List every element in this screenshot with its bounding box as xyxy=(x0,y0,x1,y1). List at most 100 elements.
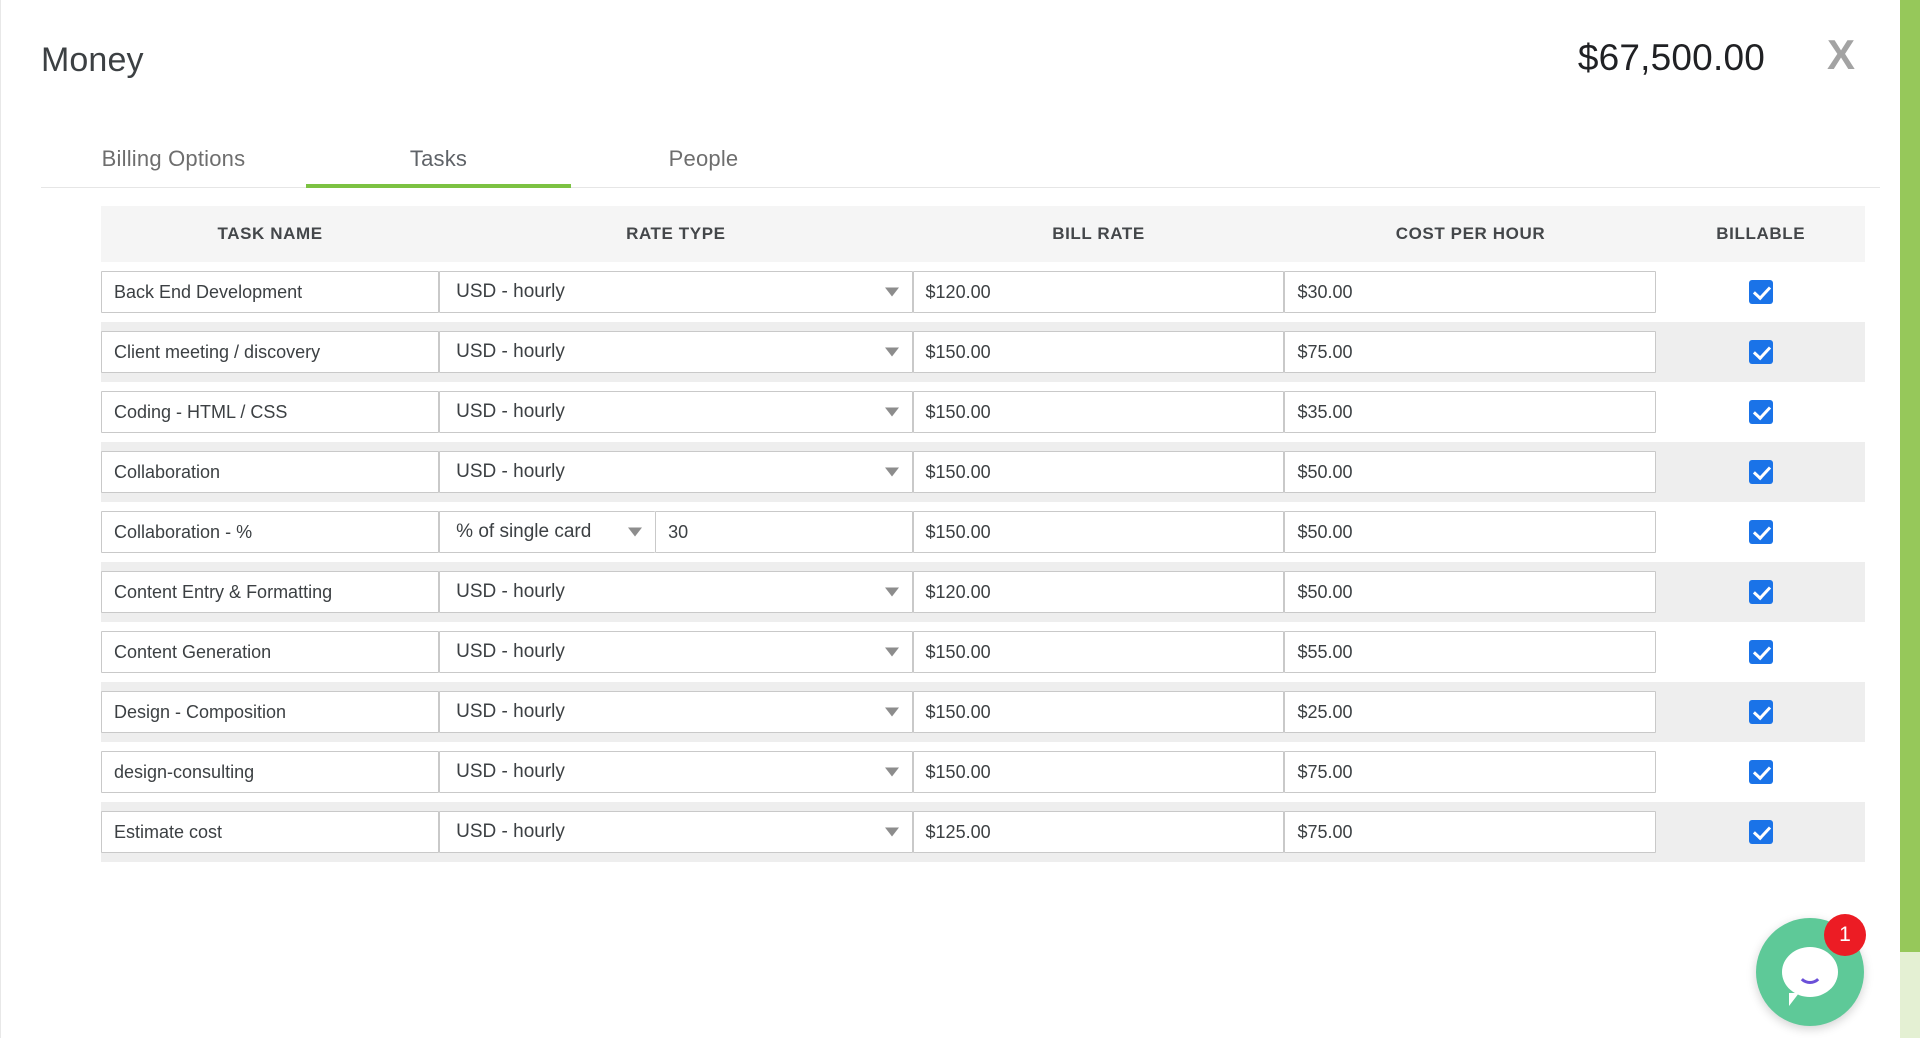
billable-checkbox[interactable] xyxy=(1749,520,1773,544)
bill-rate-input[interactable]: $120.00 xyxy=(913,571,1285,613)
tab-billing-options[interactable]: Billing Options xyxy=(41,130,306,187)
rate-type-value: USD - hourly xyxy=(456,281,565,303)
billable-checkbox[interactable] xyxy=(1749,700,1773,724)
cell-rate-type: USD - hourly xyxy=(439,742,912,802)
cell-billable xyxy=(1656,622,1865,682)
rate-type-select[interactable]: USD - hourly xyxy=(439,271,912,313)
close-icon[interactable]: X xyxy=(1814,28,1868,82)
bill-rate-input[interactable]: $125.00 xyxy=(913,811,1285,853)
cell-billable xyxy=(1656,502,1865,562)
task-name-input[interactable]: Collaboration - % xyxy=(101,511,439,553)
rate-type-select[interactable]: USD - hourly xyxy=(439,631,912,673)
cost-per-hour-input[interactable]: $50.00 xyxy=(1284,511,1656,553)
page-scrollbar[interactable] xyxy=(1900,0,1920,1038)
column-header-billable: BILLABLE xyxy=(1656,206,1865,262)
rate-type-select[interactable]: % of single card xyxy=(439,511,655,553)
chevron-down-icon xyxy=(628,528,642,537)
cell-cost-per-hour: $25.00 xyxy=(1284,682,1656,742)
cost-per-hour-input[interactable]: $35.00 xyxy=(1284,391,1656,433)
cell-task-name: Collaboration - % xyxy=(101,502,439,562)
task-name-input[interactable]: Coding - HTML / CSS xyxy=(101,391,439,433)
chat-bubble-icon xyxy=(1782,947,1838,997)
cell-billable xyxy=(1656,442,1865,502)
cost-per-hour-input[interactable]: $30.00 xyxy=(1284,271,1656,313)
bill-rate-input[interactable]: $150.00 xyxy=(913,631,1285,673)
bill-rate-input[interactable]: $150.00 xyxy=(913,451,1285,493)
tab-tasks[interactable]: Tasks xyxy=(306,130,571,187)
task-name-input[interactable]: Back End Development xyxy=(101,271,439,313)
rate-type-select[interactable]: USD - hourly xyxy=(439,391,912,433)
cell-rate-type: USD - hourly xyxy=(439,802,912,862)
billable-checkbox[interactable] xyxy=(1749,820,1773,844)
cell-rate-type: USD - hourly xyxy=(439,622,912,682)
billable-checkbox[interactable] xyxy=(1749,400,1773,424)
tab-label: Billing Options xyxy=(102,146,246,172)
rate-type-select[interactable]: USD - hourly xyxy=(439,451,912,493)
bill-rate-input[interactable]: $150.00 xyxy=(913,511,1285,553)
bill-rate-input[interactable]: $150.00 xyxy=(913,391,1285,433)
cell-cost-per-hour: $75.00 xyxy=(1284,322,1656,382)
rate-type-select[interactable]: USD - hourly xyxy=(439,811,912,853)
cost-per-hour-input[interactable]: $25.00 xyxy=(1284,691,1656,733)
cell-task-name: Content Entry & Formatting xyxy=(101,562,439,622)
total-amount: $67,500.00 xyxy=(1578,38,1765,79)
billable-checkbox[interactable] xyxy=(1749,640,1773,664)
rate-percent-input[interactable]: 30 xyxy=(655,511,912,553)
task-name-input[interactable]: Design - Composition xyxy=(101,691,439,733)
tab-people[interactable]: People xyxy=(571,130,836,187)
bill-rate-input[interactable]: $120.00 xyxy=(913,271,1285,313)
smile-icon xyxy=(1797,971,1823,984)
billable-checkbox[interactable] xyxy=(1749,580,1773,604)
rate-type-value: USD - hourly xyxy=(456,461,565,483)
task-name-input[interactable]: Content Entry & Formatting xyxy=(101,571,439,613)
money-modal: Money $67,500.00 X Billing Options Tasks… xyxy=(0,0,1920,1038)
rate-type-select[interactable]: USD - hourly xyxy=(439,751,912,793)
task-name-input[interactable]: Content Generation xyxy=(101,631,439,673)
rate-type-select[interactable]: USD - hourly xyxy=(439,571,912,613)
rate-type-value: USD - hourly xyxy=(456,821,565,843)
cost-per-hour-input[interactable]: $50.00 xyxy=(1284,571,1656,613)
rate-type-select[interactable]: USD - hourly xyxy=(439,331,912,373)
scrollbar-thumb[interactable] xyxy=(1900,0,1920,952)
cell-bill-rate: $150.00 xyxy=(913,622,1285,682)
cell-cost-per-hour: $75.00 xyxy=(1284,742,1656,802)
cell-cost-per-hour: $50.00 xyxy=(1284,562,1656,622)
chevron-down-icon xyxy=(885,288,899,297)
cost-per-hour-input[interactable]: $75.00 xyxy=(1284,751,1656,793)
billable-checkbox[interactable] xyxy=(1749,760,1773,784)
task-name-input[interactable]: Collaboration xyxy=(101,451,439,493)
page-title: Money xyxy=(41,42,144,79)
cell-billable xyxy=(1656,682,1865,742)
cell-rate-type: USD - hourly xyxy=(439,322,912,382)
billable-checkbox[interactable] xyxy=(1749,460,1773,484)
billable-checkbox[interactable] xyxy=(1749,340,1773,364)
cell-cost-per-hour: $55.00 xyxy=(1284,622,1656,682)
table-row: Estimate cost USD - hourly $125.00$75.00 xyxy=(101,802,1865,862)
bill-rate-input[interactable]: $150.00 xyxy=(913,751,1285,793)
cost-per-hour-input[interactable]: $55.00 xyxy=(1284,631,1656,673)
rate-type-select[interactable]: USD - hourly xyxy=(439,691,912,733)
rate-type-value: USD - hourly xyxy=(456,581,565,603)
cell-task-name: Back End Development xyxy=(101,262,439,322)
chat-launcher-button[interactable]: 1 xyxy=(1756,918,1864,1026)
bill-rate-input[interactable]: $150.00 xyxy=(913,331,1285,373)
cell-task-name: Coding - HTML / CSS xyxy=(101,382,439,442)
cell-task-name: Content Generation xyxy=(101,622,439,682)
cost-per-hour-input[interactable]: $75.00 xyxy=(1284,811,1656,853)
rate-type-value: USD - hourly xyxy=(456,701,565,723)
tab-label: Tasks xyxy=(410,146,467,172)
cell-bill-rate: $150.00 xyxy=(913,322,1285,382)
cost-per-hour-input[interactable]: $75.00 xyxy=(1284,331,1656,373)
scrollbar-track[interactable] xyxy=(1900,952,1920,1038)
cell-bill-rate: $150.00 xyxy=(913,442,1285,502)
cell-rate-type: USD - hourly xyxy=(439,382,912,442)
task-name-input[interactable]: Client meeting / discovery xyxy=(101,331,439,373)
cell-task-name: Client meeting / discovery xyxy=(101,322,439,382)
cost-per-hour-input[interactable]: $50.00 xyxy=(1284,451,1656,493)
rate-type-value: USD - hourly xyxy=(456,761,565,783)
billable-checkbox[interactable] xyxy=(1749,280,1773,304)
task-name-input[interactable]: Estimate cost xyxy=(101,811,439,853)
cell-cost-per-hour: $30.00 xyxy=(1284,262,1656,322)
task-name-input[interactable]: design-consulting xyxy=(101,751,439,793)
bill-rate-input[interactable]: $150.00 xyxy=(913,691,1285,733)
